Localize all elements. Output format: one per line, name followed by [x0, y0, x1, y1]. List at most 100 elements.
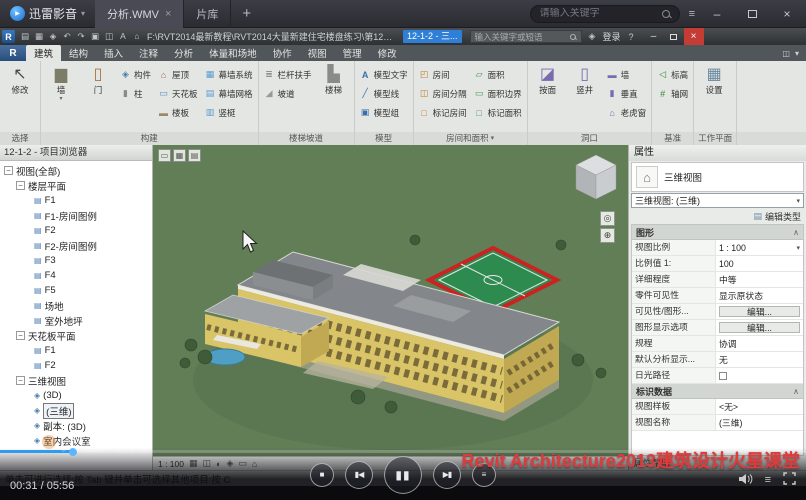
viewport-tool-icon[interactable]: ▭	[158, 149, 171, 162]
property-section[interactable]: 标识数据 ∧	[632, 384, 803, 399]
edit-button[interactable]: 编辑...	[719, 306, 800, 317]
tree-item[interactable]: ▤F3	[0, 253, 152, 268]
tab-analyze[interactable]: 分析	[166, 45, 201, 61]
tab-structure[interactable]: 结构	[61, 45, 96, 61]
model-text-button[interactable]: A 模型文字	[358, 65, 410, 84]
properties-header[interactable]: 属性	[629, 145, 806, 161]
door-button[interactable]: ▯ 门	[81, 63, 115, 130]
next-button[interactable]: ▶▮	[433, 461, 461, 489]
panel-label-workplane[interactable]: 工作平面	[694, 132, 736, 145]
property-section[interactable]: 图形 ∧	[632, 225, 803, 240]
ramp-button[interactable]: ◢ 坡道	[262, 84, 314, 103]
expander-icon[interactable]: −	[16, 331, 25, 340]
tree-item[interactable]: ▤F1	[0, 343, 152, 358]
panel-label-circulation[interactable]: 楼梯坡道	[259, 132, 354, 145]
tree-item-ceilingplans[interactable]: −天花板平面	[0, 328, 152, 343]
wall-opening-button[interactable]: ▬ 墙	[605, 65, 649, 84]
help-icon[interactable]: ?	[625, 32, 638, 42]
main-menu-icon[interactable]: ≡	[689, 8, 695, 20]
undo-icon[interactable]: ↶	[61, 31, 73, 42]
modify-button[interactable]: ↖ 修改	[3, 63, 37, 130]
tab-insert[interactable]: 插入	[96, 45, 131, 61]
tree-item[interactable]: ◈(3D)	[0, 388, 152, 403]
close-tab-icon[interactable]: ×	[165, 8, 171, 20]
expander-icon[interactable]: −	[16, 181, 25, 190]
mullion-button[interactable]: ▥ 竖梃	[203, 103, 255, 122]
application-menu-button[interactable]: R	[0, 45, 26, 61]
property-value[interactable]: 显示原状态	[716, 288, 803, 303]
tag-room-button[interactable]: □ 标记房间	[417, 103, 469, 122]
tree-item[interactable]: ▤室外地坪	[0, 313, 152, 328]
panel-label-datum[interactable]: 基准	[652, 132, 693, 145]
level-button[interactable]: ◁ 标高	[655, 65, 690, 84]
panel-label-model[interactable]: 模型	[355, 132, 413, 145]
set-workplane-button[interactable]: ▦ 设置	[697, 63, 731, 130]
curtain-grid-button[interactable]: ▤ 幕墙网格	[203, 84, 255, 103]
minimize-button[interactable]: –	[704, 0, 730, 28]
revit-search-input[interactable]	[471, 32, 570, 42]
tab-library[interactable]: 片库	[184, 0, 231, 28]
wall-button[interactable]: ▆ 墙 ▾	[44, 63, 78, 130]
signin-button[interactable]: 登录	[603, 30, 621, 43]
column-button[interactable]: ▮ 柱	[118, 84, 153, 103]
railing-button[interactable]: ≣ 栏杆扶手	[262, 65, 314, 84]
volume-icon[interactable]	[738, 473, 753, 488]
viewport-tool-icon[interactable]: ▦	[173, 149, 186, 162]
curtain-system-button[interactable]: ▦ 幕墙系统	[203, 65, 255, 84]
search-icon[interactable]	[570, 34, 576, 40]
tree-item-selected[interactable]: ◈(三维)	[0, 403, 152, 418]
fullscreen-icon[interactable]	[783, 472, 796, 488]
tree-item-views[interactable]: −视图(全部)	[0, 163, 152, 178]
component-button[interactable]: ◈ 构件	[118, 65, 153, 84]
tag-area-button[interactable]: □ 标记面积	[472, 103, 524, 122]
steering-wheel-icon[interactable]: ◎	[600, 211, 615, 226]
close-button[interactable]: ×	[774, 0, 800, 28]
revit-logo-icon[interactable]: R	[2, 30, 15, 43]
property-value[interactable]: 无	[716, 352, 803, 367]
room-separator-button[interactable]: ◫ 房间分隔	[417, 84, 469, 103]
tab-massing-site[interactable]: 体量和场地	[201, 45, 265, 61]
tab-architecture[interactable]: 建筑	[26, 45, 61, 61]
area-boundary-button[interactable]: ▭ 面积边界	[472, 84, 524, 103]
panel-label-opening[interactable]: 洞口	[528, 132, 652, 145]
ribbon-display-icon[interactable]: ◫	[782, 49, 790, 58]
tree-item[interactable]: ▤F1	[0, 193, 152, 208]
zoom-icon[interactable]: ⊕	[600, 228, 615, 243]
viewcube[interactable]	[574, 153, 618, 206]
redo-icon[interactable]: ↷	[75, 31, 87, 42]
area-button[interactable]: ▱ 面积	[472, 65, 524, 84]
property-value[interactable]: 100	[716, 256, 803, 271]
text-icon[interactable]: A	[117, 31, 129, 42]
3d-viewport[interactable]: ▭ ▦ ▤ ◎ ⊕	[153, 145, 628, 470]
search-input[interactable]	[531, 8, 662, 19]
tree-item[interactable]: ▤F4	[0, 268, 152, 283]
edit-button[interactable]: 编辑...	[719, 322, 800, 333]
panel-label-build[interactable]: 构建	[41, 132, 258, 145]
revit-minimize-button[interactable]: –	[644, 28, 664, 45]
ceiling-button[interactable]: ▭ 天花板	[156, 84, 200, 103]
tab-annotate[interactable]: 注释	[131, 45, 166, 61]
stair-button[interactable]: ▙ 楼梯	[317, 63, 351, 130]
tree-item[interactable]: ▤F1-房间图例	[0, 208, 152, 223]
ribbon-options-caret-icon[interactable]: ▾	[795, 49, 799, 58]
tree-item[interactable]: ▤F5	[0, 283, 152, 298]
opening-by-face-button[interactable]: ◪ 按面	[531, 63, 565, 130]
previous-button[interactable]: ▮◀	[345, 461, 373, 489]
panel-label-select[interactable]: 选择	[0, 132, 40, 145]
tab-modify[interactable]: 修改	[370, 45, 405, 61]
tree-item-3dviews[interactable]: −三维视图	[0, 373, 152, 388]
property-value[interactable]: 协调	[716, 336, 803, 351]
tab-view[interactable]: 视图	[300, 45, 335, 61]
type-selector[interactable]: 三维视图: (三维) ▾	[631, 193, 804, 208]
tree-item[interactable]: ▤F2-房间图例	[0, 238, 152, 253]
property-value[interactable]: 中等	[716, 272, 803, 287]
grid-button[interactable]: # 轴网	[655, 84, 690, 103]
save-icon[interactable]: ▦	[33, 31, 45, 42]
room-button[interactable]: ◰ 房间	[417, 65, 469, 84]
model-group-button[interactable]: ▣ 模型组	[358, 103, 410, 122]
dormer-button[interactable]: ⌂ 老虎窗	[605, 103, 649, 122]
model-line-button[interactable]: ╱ 模型线	[358, 84, 410, 103]
video-area[interactable]: R ▤ ▦ ◈ ↶ ↷ ▣ ◫ A ⌂ F:\RVT2014最新教程\RVT20…	[0, 28, 806, 486]
maximize-button[interactable]	[739, 0, 765, 28]
expander-icon[interactable]: −	[4, 166, 13, 175]
